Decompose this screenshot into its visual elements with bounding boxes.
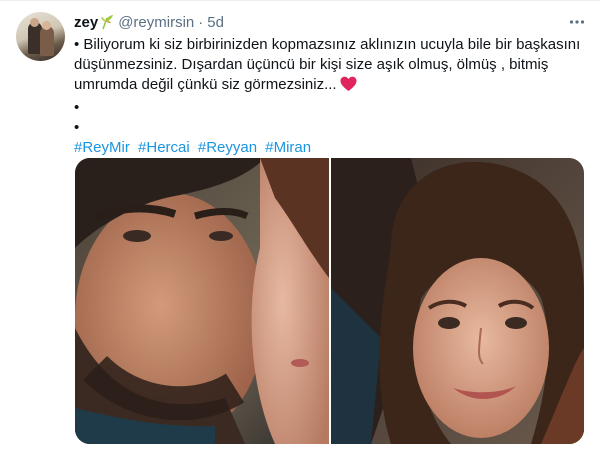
- tweet-line: umrumda değil çünkü siz görmezsiniz...: [74, 75, 584, 98]
- tweet-text: • Biliyorum ki siz birbirinizden kopmazs…: [74, 35, 584, 158]
- tweet-line: düşünmezsiniz. Dışardan üçüncü bir kişi …: [74, 56, 549, 73]
- hashtag-link[interactable]: #ReyMir: [74, 139, 130, 156]
- tweet-photo-left[interactable]: [75, 158, 329, 444]
- avatar-figure: [42, 21, 51, 30]
- bullet-line: •: [74, 119, 80, 136]
- tweet[interactable]: zey @reymirsin · 5d • Biliyorum ki siz b…: [0, 0, 600, 450]
- hashtag-list: #ReyMir #Hercai #Reyyan #Miran: [74, 138, 584, 158]
- hashtag-link[interactable]: #Reyyan: [198, 139, 257, 156]
- bullet-line: •: [74, 99, 80, 116]
- separator-dot: ·: [198, 13, 204, 31]
- tweet-line: • Biliyorum ki siz birbirinizden kopmazs…: [74, 36, 581, 53]
- avatar-figure: [30, 18, 39, 27]
- heart-icon: [340, 76, 357, 98]
- author-handle[interactable]: @reymirsin: [118, 14, 194, 31]
- tweet-photo-right[interactable]: [330, 158, 585, 444]
- media-grid: [75, 158, 584, 444]
- hashtag-link[interactable]: #Miran: [265, 139, 311, 156]
- hashtag-link[interactable]: #Hercai: [138, 139, 190, 156]
- avatar-figure: [40, 26, 54, 56]
- tweet-header: zey @reymirsin · 5d: [74, 12, 224, 32]
- tweet-line-text: umrumda değil çünkü siz görmezsiniz...: [74, 76, 337, 93]
- leaf-icon: [100, 14, 114, 30]
- more-options-icon[interactable]: [566, 11, 588, 33]
- avatar[interactable]: [16, 12, 65, 61]
- tweet-timestamp[interactable]: 5d: [207, 14, 224, 31]
- author-name[interactable]: zey: [74, 14, 98, 31]
